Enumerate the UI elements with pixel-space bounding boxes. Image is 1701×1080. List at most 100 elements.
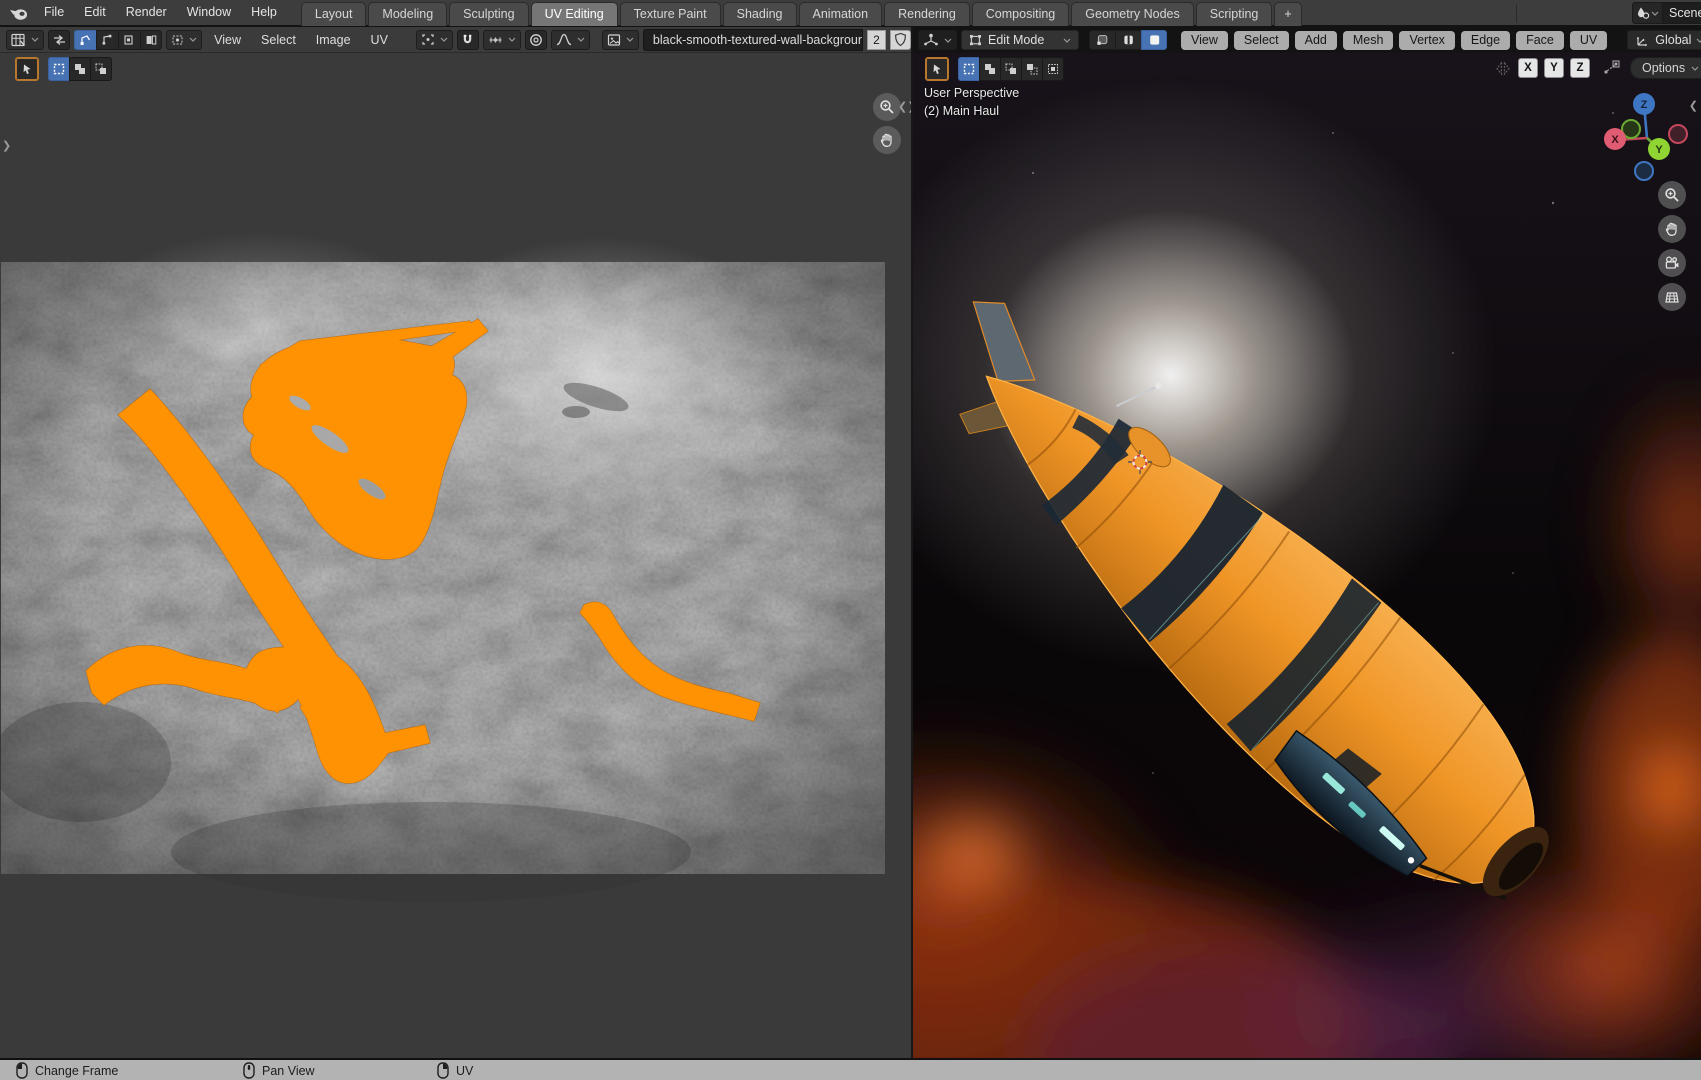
- uv-select-set-button[interactable]: [48, 57, 69, 81]
- uv-editor-header: View Select Image UV black-smooth-textur…: [0, 27, 911, 53]
- tab-geometry-nodes[interactable]: Geometry Nodes: [1071, 2, 1194, 26]
- v3d-menu-face[interactable]: Face: [1516, 30, 1564, 50]
- uv-menu-uv[interactable]: UV: [363, 28, 396, 52]
- mirror-y-button[interactable]: Y: [1544, 58, 1564, 78]
- blender-logo-icon[interactable]: [8, 2, 30, 24]
- gizmo-z-label: Z: [1641, 99, 1648, 111]
- mouse-left-icon: [16, 1062, 28, 1079]
- tab-shading[interactable]: Shading: [722, 2, 797, 26]
- menu-window[interactable]: Window: [177, 0, 241, 25]
- orientation-icon: [1637, 36, 1648, 46]
- fake-user-toggle[interactable]: [889, 29, 911, 50]
- uv-select-vertex-button[interactable]: [74, 29, 97, 50]
- blender-window: File Edit Render Window Help Layout Mode…: [0, 0, 1701, 1080]
- uv-sticky-select-dropdown[interactable]: [166, 29, 203, 50]
- mirror-icon[interactable]: [1495, 60, 1511, 76]
- uv-editor-type-dropdown[interactable]: [6, 29, 44, 50]
- uv-menu-image[interactable]: Image: [308, 28, 359, 52]
- uv-select-island-button[interactable]: [140, 29, 163, 50]
- uv-image-browse-dropdown[interactable]: [601, 29, 639, 50]
- uv-pivot-dropdown[interactable]: [415, 29, 453, 50]
- tab-scripting[interactable]: Scripting: [1195, 2, 1273, 26]
- v3d-select-set-button[interactable]: [958, 57, 979, 81]
- snap-base-icon[interactable]: [1602, 60, 1620, 76]
- viewport-3d[interactable]: User Perspective (2) Main Haul ❮: [913, 53, 1701, 1058]
- v3d-orthographic-toggle-button[interactable]: [1658, 283, 1686, 311]
- v3d-zoom-button[interactable]: [1658, 181, 1686, 209]
- add-workspace-button[interactable]: +: [1274, 2, 1302, 26]
- viewport-editor-type-dropdown[interactable]: [918, 30, 957, 50]
- transform-orientation-dropdown[interactable]: Global: [1627, 30, 1701, 50]
- viewport-header: Edit Mode View Select Add Mesh Vertex Ed…: [913, 27, 1701, 53]
- uv-menu-view[interactable]: View: [206, 28, 249, 52]
- options-dropdown[interactable]: Options: [1630, 57, 1701, 79]
- navigation-gizmo[interactable]: Z Y X: [1601, 92, 1693, 184]
- v3d-menu-uv[interactable]: UV: [1569, 30, 1608, 50]
- v3d-menu-select[interactable]: Select: [1233, 30, 1289, 50]
- snap-target-icon: [489, 37, 502, 42]
- falloff-curve-icon: [556, 33, 572, 46]
- tab-animation[interactable]: Animation: [798, 2, 883, 26]
- v3d-menu-view[interactable]: View: [1181, 30, 1228, 50]
- uv-proportional-edit-toggle[interactable]: [524, 29, 547, 50]
- tab-rendering[interactable]: Rendering: [884, 2, 970, 26]
- uv-falloff-dropdown[interactable]: [550, 29, 590, 50]
- uv-toolbar-expand-arrow[interactable]: ❯: [2, 141, 11, 152]
- uv-select-extend-button[interactable]: [69, 57, 90, 81]
- v3d-pan-button[interactable]: [1658, 215, 1686, 243]
- mirror-x-button[interactable]: X: [1518, 58, 1538, 78]
- uv-selection-mode-group: [74, 29, 163, 50]
- v3d-select-invert-button[interactable]: [1021, 57, 1042, 81]
- v3d-tweak-tool-button[interactable]: [925, 57, 949, 81]
- uv-editor-canvas[interactable]: ❯: [0, 53, 911, 1058]
- uv-select-edge-button[interactable]: [96, 29, 119, 50]
- uv-select-face-button[interactable]: [118, 29, 141, 50]
- uv-zoom-button[interactable]: [873, 93, 901, 121]
- menu-help[interactable]: Help: [241, 0, 287, 25]
- v3d-select-extend-button[interactable]: [979, 57, 1000, 81]
- select-mode-edge-button[interactable]: [1115, 30, 1141, 50]
- scene-selector: Scene: [1632, 2, 1701, 24]
- v3d-menu-add[interactable]: Add: [1294, 30, 1337, 50]
- mirror-z-button[interactable]: Z: [1570, 58, 1590, 78]
- uv-select-box-mode-group: [48, 57, 112, 81]
- select-mode-vertex-button[interactable]: [1089, 30, 1115, 50]
- tab-texture-paint[interactable]: Texture Paint: [619, 2, 721, 26]
- scene-browse-button[interactable]: [1632, 2, 1663, 24]
- uv-select-subtract-button[interactable]: [90, 57, 112, 81]
- v3d-select-intersect-button[interactable]: [1042, 57, 1064, 81]
- proportional-edit-icon: [530, 33, 542, 46]
- v3d-menu-edge[interactable]: Edge: [1460, 30, 1511, 50]
- menu-file[interactable]: File: [34, 0, 74, 25]
- uv-image-name-field[interactable]: black-smooth-textured-wall-background.jp…: [642, 28, 864, 51]
- edit-mode-icon: [970, 35, 981, 46]
- v3d-tool-row-right: X Y Z Options: [1495, 57, 1701, 79]
- v3d-camera-view-button[interactable]: [1658, 249, 1686, 277]
- scene-name[interactable]: Scene: [1663, 2, 1701, 24]
- gizmo-axis-neg-z[interactable]: [1634, 161, 1654, 181]
- viewport-render: [913, 53, 1701, 1058]
- orientation-label: Global: [1655, 33, 1692, 47]
- gizmo-axis-neg-x[interactable]: [1668, 124, 1688, 144]
- select-mode-face-button[interactable]: [1141, 30, 1167, 50]
- workspace-tabs: Layout Modeling Sculpting UV Editing Tex…: [300, 0, 1304, 26]
- v3d-select-subtract-button[interactable]: [1000, 57, 1021, 81]
- uv-pan-button[interactable]: [873, 126, 901, 154]
- tab-uv-editing[interactable]: UV Editing: [530, 2, 618, 26]
- uv-menu-select[interactable]: Select: [253, 28, 304, 52]
- uv-sync-selection-toggle[interactable]: [48, 29, 71, 50]
- menu-edit[interactable]: Edit: [74, 0, 116, 25]
- uv-tweak-tool-button[interactable]: [15, 57, 39, 81]
- options-label: Options: [1642, 61, 1686, 75]
- tab-modeling[interactable]: Modeling: [368, 2, 448, 26]
- mode-dropdown[interactable]: Edit Mode: [961, 30, 1079, 50]
- image-users-count[interactable]: 2: [867, 29, 886, 50]
- uv-snap-target-dropdown[interactable]: [482, 29, 521, 50]
- v3d-menu-vertex[interactable]: Vertex: [1399, 30, 1455, 50]
- tab-sculpting[interactable]: Sculpting: [449, 2, 529, 26]
- tab-layout[interactable]: Layout: [300, 2, 367, 26]
- uv-snap-toggle[interactable]: [456, 29, 479, 50]
- v3d-menu-mesh[interactable]: Mesh: [1342, 30, 1394, 50]
- menu-render[interactable]: Render: [116, 0, 177, 25]
- tab-compositing[interactable]: Compositing: [971, 2, 1070, 26]
